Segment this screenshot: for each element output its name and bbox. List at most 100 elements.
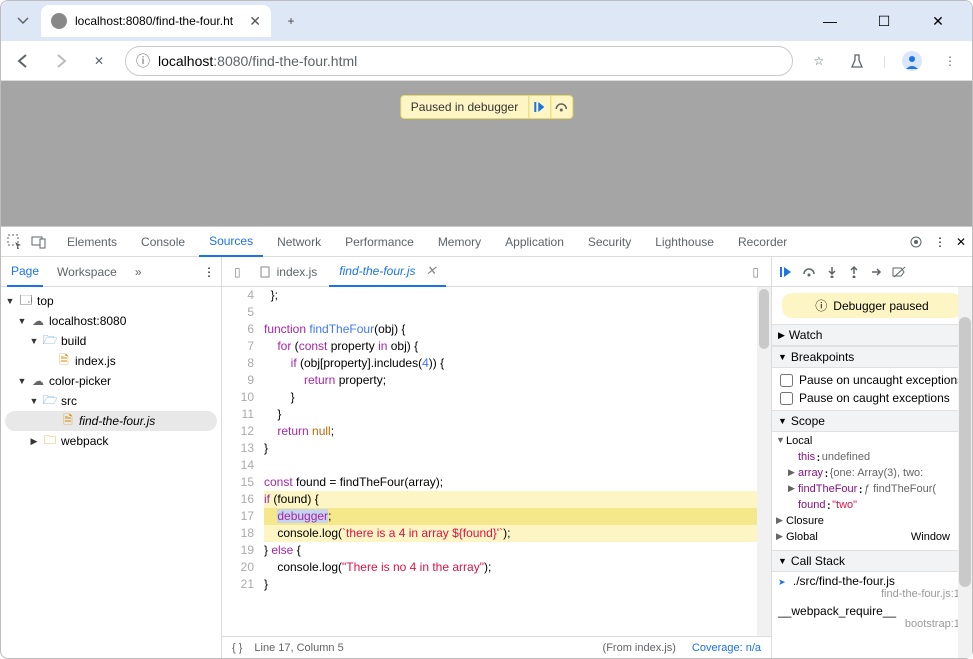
- menu-button[interactable]: ⋮: [938, 49, 962, 73]
- editor-tab-index[interactable]: index.js: [249, 257, 328, 287]
- toggle-navigator-button[interactable]: ▯: [228, 265, 247, 279]
- close-icon[interactable]: ✕: [426, 263, 437, 279]
- gear-icon: [908, 234, 924, 250]
- scope-array[interactable]: ▶array: {one: Array(3), two:: [776, 467, 964, 483]
- file-icon: 🗎: [57, 351, 71, 372]
- inspect-icon: [7, 234, 23, 250]
- forward-button[interactable]: [49, 49, 73, 73]
- tree-src[interactable]: ▼🗁src: [1, 391, 221, 411]
- scope-section[interactable]: ▼Scope: [772, 410, 972, 432]
- deactivate-breakpoints-button[interactable]: [892, 266, 906, 278]
- tab-sources[interactable]: Sources: [199, 227, 263, 257]
- tab-security[interactable]: Security: [578, 227, 641, 257]
- devtools-more-button[interactable]: ⋮: [934, 235, 946, 249]
- reload-stop-button[interactable]: ✕: [87, 49, 111, 73]
- devtools-settings-button[interactable]: [908, 234, 924, 250]
- tab-search-dropdown[interactable]: [9, 7, 37, 35]
- pause-caught-checkbox[interactable]: Pause on caught exceptions: [780, 389, 964, 407]
- watch-section[interactable]: ▶Watch: [772, 324, 972, 346]
- tree-top[interactable]: ▼🗔top: [1, 291, 221, 311]
- info-icon: ⓘ: [815, 297, 827, 314]
- breakpoints-section[interactable]: ▼Breakpoints: [772, 346, 972, 368]
- tree-build[interactable]: ▼🗁build: [1, 331, 221, 351]
- navigator-menu-button[interactable]: ⋮: [203, 265, 215, 279]
- devtools-close-button[interactable]: ✕: [956, 235, 966, 249]
- navigator-workspace-tab[interactable]: Workspace: [53, 257, 121, 287]
- tab-application[interactable]: Application: [495, 227, 574, 257]
- tab-network[interactable]: Network: [267, 227, 331, 257]
- scope-global[interactable]: ▶GlobalWindow: [776, 531, 964, 547]
- play-icon: [534, 101, 546, 113]
- tree-index-js[interactable]: 🗎index.js: [1, 351, 221, 371]
- debugger-panel: ⓘ Debugger paused ▶Watch ▼Breakpoints Pa…: [771, 257, 972, 658]
- step-button[interactable]: [870, 266, 882, 278]
- editor-scrollbar[interactable]: [757, 287, 771, 636]
- scope-findthefour[interactable]: ▶findTheFour: ƒ findTheFour(: [776, 483, 964, 499]
- devtools-tabbar: Elements Console Sources Network Perform…: [1, 227, 972, 257]
- tab-title: localhost:8080/find-the-four.ht: [75, 14, 233, 28]
- step-icon: [870, 266, 882, 278]
- step-over-button[interactable]: [550, 96, 572, 118]
- tab-performance[interactable]: Performance: [335, 227, 424, 257]
- editor-status-bar: { } Line 17, Column 5 (From index.js) Co…: [222, 636, 771, 658]
- window-icon: 🗔: [19, 291, 33, 312]
- tab-close-icon[interactable]: ✕: [249, 13, 261, 30]
- device-toolbar-button[interactable]: [31, 234, 47, 250]
- tab-memory[interactable]: Memory: [428, 227, 491, 257]
- file-icon: 🗎: [61, 411, 75, 432]
- pause-uncaught-checkbox[interactable]: Pause on uncaught exceptions: [780, 371, 964, 389]
- step-over-button[interactable]: [802, 266, 816, 278]
- play-icon: [780, 266, 792, 278]
- editor-tab-find-the-four[interactable]: find-the-four.js✕: [329, 257, 446, 287]
- tab-console[interactable]: Console: [131, 227, 195, 257]
- browser-tab[interactable]: localhost:8080/find-the-four.ht ✕: [41, 5, 271, 37]
- cloud-icon: ☁: [31, 314, 45, 328]
- code-editor[interactable]: 456789101112131415161718192021 }; functi…: [222, 287, 771, 636]
- debugger-paused-overlay: Paused in debugger: [400, 95, 573, 119]
- step-into-button[interactable]: [826, 266, 838, 278]
- resume-button[interactable]: [528, 96, 550, 118]
- profile-button[interactable]: [900, 49, 924, 73]
- callstack-section[interactable]: ▼Call Stack: [772, 550, 972, 572]
- file-tree: ▼🗔top ▼☁localhost:8080 ▼🗁build 🗎index.js…: [1, 287, 221, 658]
- navigator-page-tab[interactable]: Page: [7, 257, 43, 287]
- resume-script-button[interactable]: [780, 266, 792, 278]
- labs-button[interactable]: [845, 49, 869, 73]
- sources-navigator: Page Workspace » ⋮ ▼🗔top ▼☁localhost:808…: [1, 257, 222, 658]
- page-viewport: Paused in debugger: [1, 81, 972, 226]
- favicon-icon: [51, 13, 67, 29]
- breakpoint-off-icon: [892, 266, 906, 278]
- callstack-frame-1[interactable]: __webpack_require__ bootstrap:19: [772, 602, 972, 632]
- navigator-more-button[interactable]: »: [131, 257, 146, 287]
- flask-icon: [849, 53, 865, 69]
- scope-closure[interactable]: ▶Closure: [776, 515, 964, 531]
- tree-webpack[interactable]: ▶🗀webpack: [1, 431, 221, 451]
- tab-lighthouse[interactable]: Lighthouse: [645, 227, 724, 257]
- editor-panel: ▯ index.js find-the-four.js✕ ▯ 456789101…: [222, 257, 771, 658]
- url-bar[interactable]: ⓘ localhost:8080/find-the-four.html: [125, 46, 793, 76]
- debugger-paused-message: ⓘ Debugger paused: [782, 293, 962, 318]
- site-info-icon[interactable]: ⓘ: [136, 51, 150, 71]
- tab-recorder[interactable]: Recorder: [728, 227, 797, 257]
- window-maximize-button[interactable]: ☐: [866, 7, 902, 35]
- tree-host[interactable]: ▼☁localhost:8080: [1, 311, 221, 331]
- tab-elements[interactable]: Elements: [57, 227, 127, 257]
- arrow-left-icon: [15, 53, 31, 69]
- new-tab-button[interactable]: +: [277, 7, 305, 35]
- back-button[interactable]: [11, 49, 35, 73]
- coverage-status[interactable]: Coverage: n/a: [692, 642, 761, 654]
- toggle-debugger-button[interactable]: ▯: [746, 265, 765, 279]
- tree-find-the-four[interactable]: 🗎find-the-four.js: [5, 411, 217, 431]
- callstack-frame-0[interactable]: ./src/find-the-four.js find-the-four.js:…: [772, 572, 972, 602]
- cloud-icon: ☁: [31, 374, 45, 388]
- debugger-scrollbar[interactable]: [958, 287, 972, 658]
- window-minimize-button[interactable]: —: [812, 7, 848, 35]
- step-out-button[interactable]: [848, 266, 860, 278]
- tree-color-picker[interactable]: ▼☁color-picker: [1, 371, 221, 391]
- scope-local[interactable]: ▼Local: [776, 435, 964, 451]
- inspect-element-button[interactable]: [7, 234, 23, 250]
- bookmark-button[interactable]: ☆: [807, 49, 831, 73]
- window-close-button[interactable]: ✕: [920, 7, 956, 35]
- step-into-icon: [826, 266, 838, 278]
- pretty-print-button[interactable]: { }: [232, 642, 242, 654]
